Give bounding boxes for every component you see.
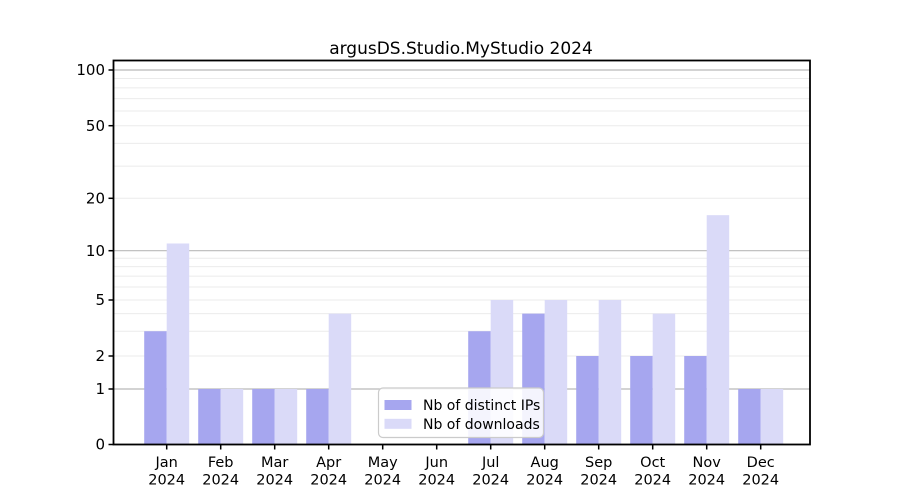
y-tick-label: 100: [76, 61, 105, 79]
x-tick-label-year: 2024: [364, 473, 401, 489]
chart-canvas: argusDS.Studio.MyStudio 2024 0 1 2 5 10 20 50 1…: [0, 0, 900, 500]
y-tick-label: 5: [95, 291, 105, 309]
bar-nb-of-downloads-nov: [707, 215, 730, 444]
x-tick-label-year: 2024: [148, 473, 185, 489]
bar-nb-of-distinct-ips-feb: [198, 389, 221, 445]
y-tick-label: 10: [86, 242, 105, 260]
chart-title: argusDS.Studio.MyStudio 2024: [329, 39, 593, 59]
y-axis: 0 1 2 5 10 20 50 100: [76, 61, 113, 454]
legend-swatch-1: [385, 419, 412, 429]
x-tick-label-year: 2024: [580, 473, 617, 489]
x-tick-label-month: May: [368, 455, 398, 471]
x-tick-label-year: 2024: [256, 473, 293, 489]
bar-nb-of-distinct-ips-mar: [252, 389, 275, 445]
x-tick-label-month: Mar: [261, 455, 288, 471]
bar-nb-of-downloads-oct: [653, 314, 676, 445]
x-tick-label-month: Oct: [640, 455, 665, 471]
legend-label-0: Nb of distinct IPs: [423, 398, 540, 414]
legend-swatch-0: [385, 400, 412, 410]
y-gridlines-minor: [114, 78, 811, 356]
x-tick-label-year: 2024: [310, 473, 347, 489]
bar-nb-of-distinct-ips-apr: [306, 389, 329, 445]
bar-nb-of-downloads-feb: [221, 389, 244, 445]
bar-nb-of-downloads-jan: [167, 243, 190, 444]
y-tick-label: 1: [95, 380, 105, 398]
x-tick-label-month: Feb: [208, 455, 234, 471]
x-tick-label-year: 2024: [526, 473, 563, 489]
y-tick-label: 0: [95, 436, 105, 454]
x-tick-label-year: 2024: [688, 473, 725, 489]
x-tick-label-month: Apr: [316, 455, 341, 471]
bar-nb-of-distinct-ips-dec: [738, 389, 761, 445]
y-tick-label: 2: [95, 347, 105, 365]
x-tick-label-month: Nov: [693, 455, 722, 471]
bar-nb-of-downloads-dec: [761, 389, 784, 445]
x-tick-label-year: 2024: [742, 473, 779, 489]
x-tick-label-month: Dec: [747, 455, 775, 471]
x-tick-label-month: Sep: [585, 455, 612, 471]
x-tick-label-month: Jun: [424, 455, 448, 471]
x-tick-label-year: 2024: [418, 473, 455, 489]
bar-nb-of-distinct-ips-nov: [684, 356, 707, 445]
x-tick-label-year: 2024: [472, 473, 509, 489]
bar-nb-of-distinct-ips-jan: [144, 331, 167, 444]
legend-label-1: Nb of downloads: [423, 417, 540, 433]
y-tick-label: 50: [86, 117, 105, 135]
x-tick-label-month: Jul: [481, 455, 500, 471]
legend: Nb of distinct IPs Nb of downloads: [379, 388, 544, 438]
bar-nb-of-downloads-sep: [599, 300, 622, 445]
figure: argusDS.Studio.MyStudio 2024 0 1 2 5 10 20 50 1…: [0, 0, 900, 500]
y-gridlines-major: [114, 70, 811, 389]
bar-nb-of-downloads-apr: [329, 314, 352, 445]
bar-nb-of-distinct-ips-sep: [576, 356, 599, 445]
x-tick-label-year: 2024: [202, 473, 239, 489]
bar-nb-of-downloads-aug: [545, 300, 568, 445]
x-tick-label-year: 2024: [634, 473, 671, 489]
x-axis: Jan 2024 Feb 2024 Mar 2024 Apr 2024 May 2024 Jun 20…: [148, 445, 779, 489]
x-tick-label-month: Aug: [531, 455, 559, 471]
y-tick-label: 20: [86, 190, 105, 208]
bar-nb-of-downloads-mar: [275, 389, 298, 445]
x-tick-label-month: Jan: [155, 455, 178, 471]
bar-nb-of-distinct-ips-oct: [630, 356, 653, 445]
